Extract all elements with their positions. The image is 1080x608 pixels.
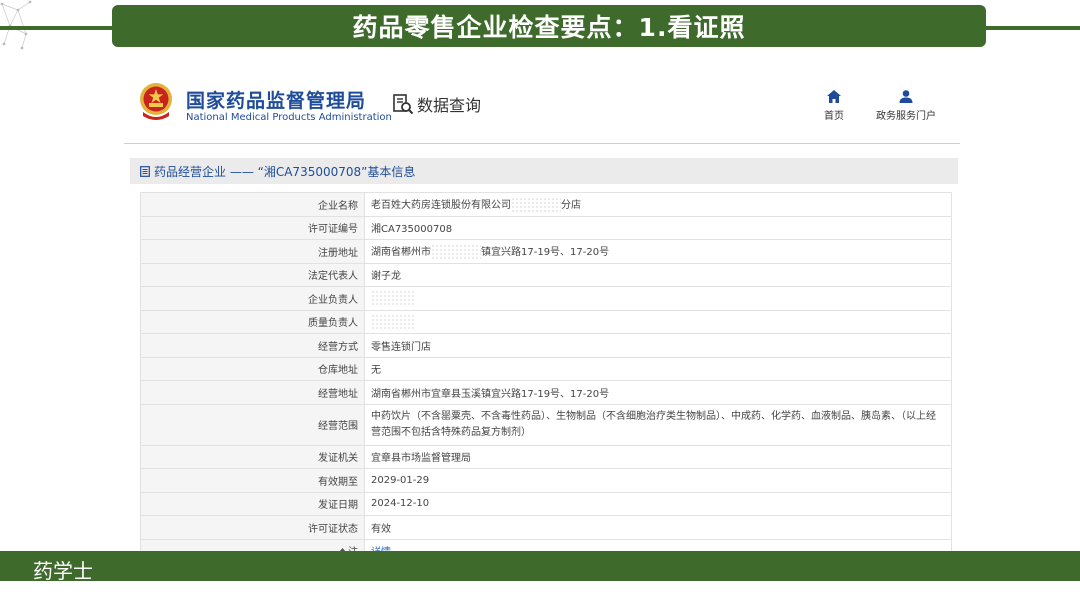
license-info-table: 企业名称 老百姓大药房连锁股份有限公司 分店 许可证编号 湘CA735000708… — [140, 192, 952, 563]
table-row: 有效期至 2029-01-29 — [140, 468, 952, 493]
table-row: 注册地址 湖南省郴州市 镇宜兴路17-19号、17-20号 — [140, 239, 952, 264]
agency-name: 国家药品监督管理局 — [186, 90, 367, 112]
row-key: 注册地址 — [140, 239, 365, 264]
footer-bar — [0, 551, 1080, 581]
site-header: 国家药品监督管理局 National Medical Products Admi… — [124, 66, 960, 144]
redaction-mask — [371, 290, 415, 307]
row-key: 许可证编号 — [140, 215, 365, 240]
nav-home-label: 首页 — [824, 111, 844, 122]
table-row: 企业负责人 — [140, 286, 952, 311]
row-value: 湖南省郴州市 镇宜兴路17-19号、17-20号 — [364, 239, 952, 264]
table-row: 企业名称 老百姓大药房连锁股份有限公司 分店 — [140, 192, 952, 217]
company-name-suffix: 分店 — [561, 199, 581, 211]
website-screenshot: 国家药品监督管理局 National Medical Products Admi… — [124, 66, 960, 568]
row-key: 许可证状态 — [140, 515, 365, 540]
row-value: 零售连锁门店 — [364, 333, 952, 358]
row-key: 质量负责人 — [140, 309, 365, 334]
table-row: 法定代表人 谢子龙 — [140, 262, 952, 287]
section-header: 药品经营企业 —— “湘CA735000708”基本信息 — [130, 158, 958, 184]
document-icon — [140, 165, 150, 177]
brand-label: 药学士 — [33, 559, 93, 583]
national-emblem-icon — [140, 83, 172, 120]
agency-name-english: National Medical Products Administration — [186, 112, 392, 123]
table-row: 经营范围 中药饮片（不含罂粟壳、不含毒性药品）、生物制品（不含细胞治疗类生物制品… — [140, 403, 952, 446]
row-key: 发证日期 — [140, 491, 365, 516]
row-key: 发证机关 — [140, 444, 365, 469]
home-icon — [827, 90, 841, 103]
slide-title: 药品零售企业检查要点：1.看证照 — [112, 5, 986, 47]
row-value — [364, 286, 952, 311]
table-row: 许可证编号 湘CA735000708 — [140, 215, 952, 240]
row-value: 2029-01-29 — [364, 468, 952, 493]
row-value: 老百姓大药房连锁股份有限公司 分店 — [364, 192, 952, 217]
document-search-icon — [393, 94, 414, 115]
row-value: 湘CA735000708 — [364, 215, 952, 240]
company-name-prefix: 老百姓大药房连锁股份有限公司 — [371, 199, 511, 211]
data-query-label: 数据查询 — [417, 96, 482, 115]
table-row: 发证机关 宜章县市场监督管理局 — [140, 444, 952, 469]
redaction-mask — [431, 243, 481, 260]
row-value: 湖南省郴州市宜章县玉溪镇宜兴路17-19号、17-20号 — [364, 380, 952, 405]
table-row: 仓库地址 无 — [140, 356, 952, 381]
table-row: 许可证状态 有效 — [140, 515, 952, 540]
row-value: 谢子龙 — [364, 262, 952, 287]
table-row: 经营地址 湖南省郴州市宜章县玉溪镇宜兴路17-19号、17-20号 — [140, 380, 952, 405]
row-key: 企业负责人 — [140, 286, 365, 311]
nav-home[interactable]: 首页 — [824, 90, 844, 122]
row-value: 宜章县市场监督管理局 — [364, 444, 952, 469]
row-key: 经营地址 — [140, 380, 365, 405]
row-value: 2024-12-10 — [364, 491, 952, 516]
nav-government-services-label: 政务服务门户 — [876, 111, 936, 122]
nav-government-services[interactable]: 政务服务门户 — [876, 90, 936, 122]
section-title: 药品经营企业 —— “湘CA735000708”基本信息 — [154, 164, 416, 179]
row-key: 仓库地址 — [140, 356, 365, 381]
row-key: 法定代表人 — [140, 262, 365, 287]
table-row: 发证日期 2024-12-10 — [140, 491, 952, 516]
user-icon — [899, 90, 913, 103]
redaction-mask — [511, 196, 561, 213]
table-row: 质量负责人 — [140, 309, 952, 334]
network-decoration — [0, 0, 32, 50]
row-key: 有效期至 — [140, 468, 365, 493]
row-value — [364, 309, 952, 334]
row-value: 无 — [364, 356, 952, 381]
row-key: 经营方式 — [140, 333, 365, 358]
address-suffix: 镇宜兴路17-19号、17-20号 — [481, 246, 610, 258]
redaction-mask — [371, 313, 415, 330]
row-value: 有效 — [364, 515, 952, 540]
table-row: 经营方式 零售连锁门店 — [140, 333, 952, 358]
row-key: 企业名称 — [140, 192, 365, 217]
data-query-title: 数据查询 — [392, 92, 481, 116]
address-prefix: 湖南省郴州市 — [371, 246, 431, 258]
row-value: 中药饮片（不含罂粟壳、不含毒性药品）、生物制品（不含细胞治疗类生物制品）、中成药… — [364, 403, 952, 446]
row-key: 经营范围 — [140, 403, 365, 446]
